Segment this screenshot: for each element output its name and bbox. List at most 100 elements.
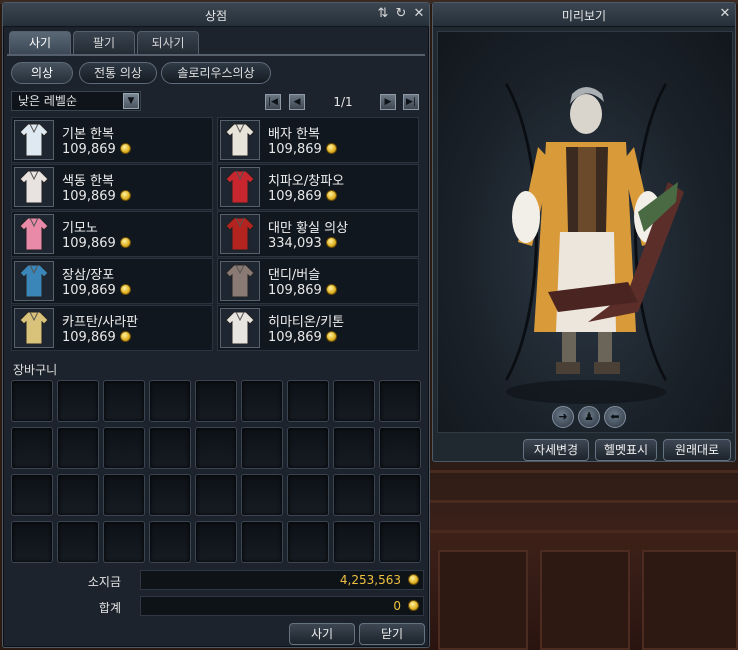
next-page-icon[interactable]: ▶ — [380, 94, 396, 110]
shop-item[interactable]: 치파오/창파오 109,869 — [217, 164, 419, 210]
item-price: 109,869 — [62, 330, 131, 345]
cart-slot[interactable] — [379, 521, 421, 563]
shop-item[interactable]: 기모노 109,869 — [11, 211, 213, 257]
kaftan-sarafan-icon[interactable] — [14, 308, 54, 348]
cart-slot[interactable] — [57, 427, 99, 469]
change-pose-button[interactable]: 자세변경 — [523, 439, 589, 461]
changshan-icon[interactable] — [14, 261, 54, 301]
saekdong-hanbok-icon[interactable] — [14, 167, 54, 207]
cart-slot[interactable] — [287, 427, 329, 469]
item-price: 109,869 — [268, 189, 337, 204]
taiwan-royal-dress-icon[interactable] — [220, 214, 260, 254]
item-name: 배자 한복 — [268, 127, 320, 142]
cart-slot[interactable] — [11, 427, 53, 469]
sort-selected: 낮은 레벨순 — [18, 94, 78, 108]
item-price: 109,869 — [62, 189, 131, 204]
refresh-icon[interactable]: ⇅ — [375, 6, 391, 22]
cart-slot[interactable] — [287, 521, 329, 563]
cart-slot[interactable] — [379, 474, 421, 516]
cart-slot[interactable] — [195, 427, 237, 469]
white-hanbok-icon[interactable] — [14, 120, 54, 160]
cart-slot[interactable] — [333, 474, 375, 516]
first-page-icon[interactable]: |◀ — [265, 94, 281, 110]
category-solorius-costume[interactable]: 솔로리우스의상 — [161, 62, 271, 84]
character-model[interactable] — [438, 32, 733, 433]
cart-slot[interactable] — [287, 380, 329, 422]
baeja-hanbok-icon[interactable] — [220, 120, 260, 160]
cart-slot[interactable] — [241, 380, 283, 422]
tab-buy[interactable]: 사기 — [9, 31, 71, 55]
close-icon[interactable]: ✕ — [717, 6, 733, 22]
tab-buyback[interactable]: 되사기 — [137, 31, 199, 55]
item-price-value: 109,869 — [62, 189, 116, 204]
shop-item[interactable]: 댄디/버슬 109,869 — [217, 258, 419, 304]
item-price-value: 109,869 — [62, 236, 116, 251]
close-button[interactable]: 닫기 — [359, 623, 425, 645]
cart-slot[interactable] — [103, 380, 145, 422]
cart-slot[interactable] — [241, 427, 283, 469]
shop-item[interactable]: 카프탄/사라판 109,869 — [11, 305, 213, 351]
cart-slot[interactable] — [195, 521, 237, 563]
category-traditional-costume[interactable]: 전통 의상 — [79, 62, 157, 84]
cart-slot[interactable] — [195, 474, 237, 516]
cart-slot[interactable] — [149, 380, 191, 422]
total-label: 합계 — [98, 601, 121, 615]
kimono-icon[interactable] — [14, 214, 54, 254]
shop-titlebar[interactable]: 상점 ⇅ ↻ ✕ — [3, 3, 429, 27]
money-value: 4,253,563 — [339, 573, 401, 587]
qipao-icon[interactable] — [220, 167, 260, 207]
gold-coin-icon — [119, 143, 131, 154]
cart-slot[interactable] — [103, 427, 145, 469]
shop-item[interactable]: 장삼/장포 109,869 — [11, 258, 213, 304]
last-page-icon[interactable]: ▶| — [403, 94, 419, 110]
cart-slot[interactable] — [241, 474, 283, 516]
shop-item[interactable]: 기본 한복 109,869 — [11, 117, 213, 163]
cart-slot[interactable] — [333, 427, 375, 469]
cart-slot[interactable] — [57, 380, 99, 422]
gold-coin-icon — [325, 284, 337, 295]
cart-slot[interactable] — [57, 521, 99, 563]
shop-item[interactable]: 색동 한복 109,869 — [11, 164, 213, 210]
cart-slot[interactable] — [149, 427, 191, 469]
cart-slot[interactable] — [379, 380, 421, 422]
sort-dropdown[interactable]: 낮은 레벨순 ▼ — [11, 91, 141, 111]
himation-chiton-icon[interactable] — [220, 308, 260, 348]
close-icon[interactable]: ✕ — [411, 6, 427, 22]
reset-preview-button[interactable]: 원래대로 — [663, 439, 731, 461]
dandy-bustle-icon[interactable] — [220, 261, 260, 301]
cart-slot[interactable] — [241, 521, 283, 563]
cart-slot[interactable] — [11, 380, 53, 422]
tab-sell[interactable]: 팔기 — [73, 31, 135, 55]
cart-slot[interactable] — [149, 474, 191, 516]
cart-slot[interactable] — [333, 380, 375, 422]
show-helmet-button[interactable]: 헬멧표시 — [595, 439, 657, 461]
shop-item[interactable]: 배자 한복 109,869 — [217, 117, 419, 163]
cart-slot[interactable] — [149, 521, 191, 563]
page-indicator: 1/1 — [333, 95, 353, 109]
reset-position-icon[interactable]: ↻ — [393, 6, 409, 22]
cart-slot[interactable] — [333, 521, 375, 563]
cart-slot[interactable] — [195, 380, 237, 422]
cart-slot[interactable] — [11, 474, 53, 516]
cart-slot[interactable] — [11, 521, 53, 563]
character-preview-stage[interactable]: ➜ ♟ ⬅ — [437, 31, 733, 433]
item-name: 대만 황실 의상 — [268, 221, 349, 236]
prev-page-icon[interactable]: ◀ — [289, 94, 305, 110]
item-name: 히마티온/키톤 — [268, 315, 345, 330]
cart-slot[interactable] — [103, 474, 145, 516]
cart-slot[interactable] — [379, 427, 421, 469]
character-pose-icon[interactable]: ♟ — [578, 406, 600, 428]
rotate-right-icon[interactable]: ⬅ — [604, 406, 626, 428]
category-costume[interactable]: 의상 — [11, 62, 73, 84]
item-price-value: 109,869 — [62, 142, 116, 157]
shop-item[interactable]: 대만 황실 의상 334,093 — [217, 211, 419, 257]
buy-button[interactable]: 사기 — [289, 623, 355, 645]
chevron-down-icon[interactable]: ▼ — [123, 93, 139, 109]
shop-title: 상점 — [204, 9, 228, 23]
cart-slot[interactable] — [103, 521, 145, 563]
preview-titlebar[interactable]: 미리보기 ✕ — [433, 3, 735, 27]
cart-slot[interactable] — [57, 474, 99, 516]
cart-slot[interactable] — [287, 474, 329, 516]
rotate-left-icon[interactable]: ➜ — [552, 406, 574, 428]
shop-item[interactable]: 히마티온/키톤 109,869 — [217, 305, 419, 351]
